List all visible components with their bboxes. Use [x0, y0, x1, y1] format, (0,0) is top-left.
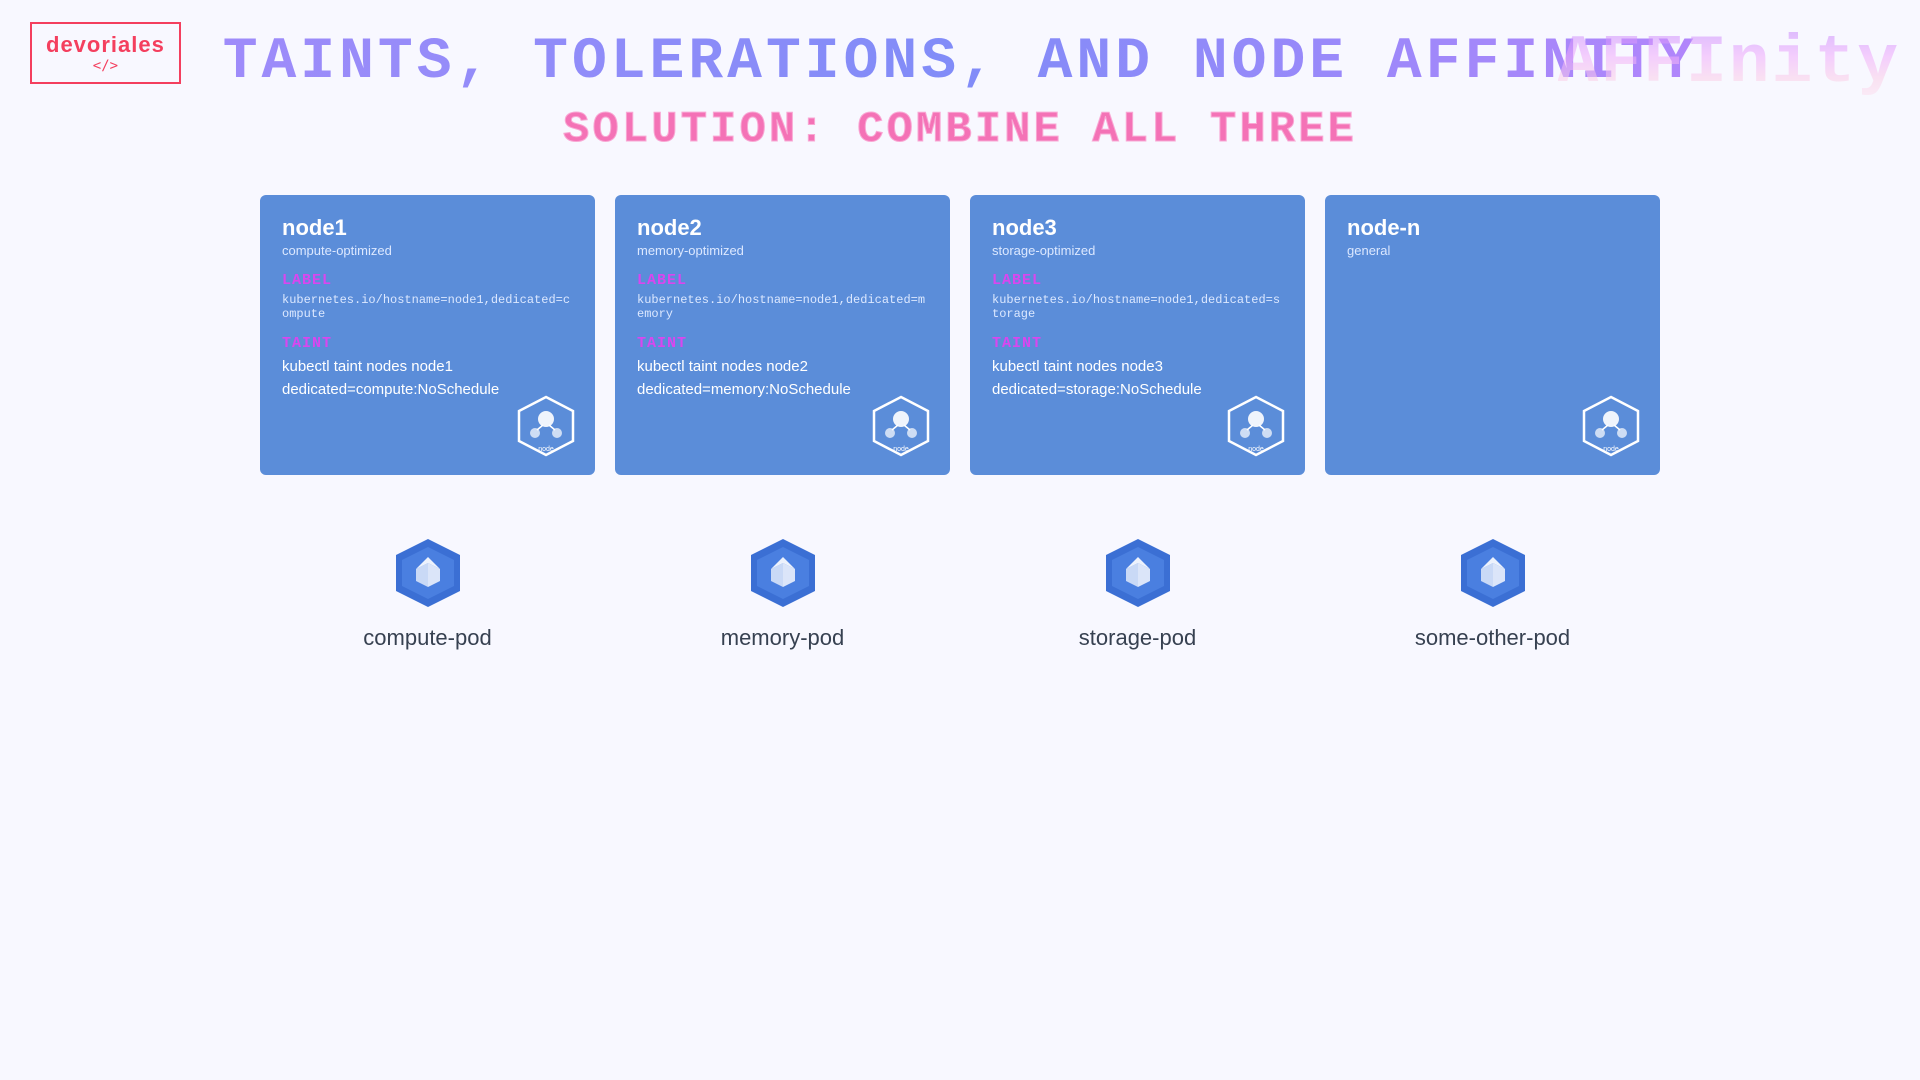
- subtitle: SOLUTION: COMBINE ALL THREE: [0, 105, 1920, 155]
- node1-name: node1: [282, 215, 573, 241]
- memory-pod-icon: [743, 535, 823, 615]
- memory-pod-label: memory-pod: [721, 625, 844, 651]
- node2-taint-heading: TAINT: [637, 335, 928, 352]
- svg-text:node: node: [1603, 446, 1619, 453]
- node1-label-heading: LABEL: [282, 272, 573, 289]
- some-other-pod-label: some-other-pod: [1415, 625, 1570, 651]
- compute-pod-icon: [388, 535, 468, 615]
- node1-type: compute-optimized: [282, 243, 573, 258]
- node1-taint-heading: TAINT: [282, 335, 573, 352]
- node1-icon: node: [515, 395, 577, 457]
- node2-name: node2: [637, 215, 928, 241]
- node-n-name: node-n: [1347, 215, 1638, 241]
- node3-type: storage-optimized: [992, 243, 1283, 258]
- node2-icon: node: [870, 395, 932, 457]
- node3-icon: node: [1225, 395, 1287, 457]
- node-n-type: general: [1347, 243, 1638, 258]
- node3-name: node3: [992, 215, 1283, 241]
- node-card-node3: node3 storage-optimized LABEL kubernetes…: [970, 195, 1305, 475]
- svg-text:node: node: [1248, 446, 1264, 453]
- affinity-watermark: AFFInity: [1558, 25, 1900, 102]
- svg-text:node: node: [538, 446, 554, 453]
- node3-label-heading: LABEL: [992, 272, 1283, 289]
- pod-some-other: some-other-pod: [1325, 535, 1660, 651]
- node3-taint-heading: TAINT: [992, 335, 1283, 352]
- pod-compute: compute-pod: [260, 535, 595, 651]
- node-n-icon: node: [1580, 395, 1642, 457]
- node-card-node-n: node-n general node: [1325, 195, 1660, 475]
- node2-label-heading: LABEL: [637, 272, 928, 289]
- svg-text:node: node: [893, 446, 909, 453]
- storage-pod-icon: [1098, 535, 1178, 615]
- pod-memory: memory-pod: [615, 535, 950, 651]
- storage-pod-label: storage-pod: [1079, 625, 1196, 651]
- node-card-node2: node2 memory-optimized LABEL kubernetes.…: [615, 195, 950, 475]
- some-other-pod-icon: [1453, 535, 1533, 615]
- node2-type: memory-optimized: [637, 243, 928, 258]
- node1-label-value: kubernetes.io/hostname=node1,dedicated=c…: [282, 293, 573, 321]
- nodes-container: node1 compute-optimized LABEL kubernetes…: [40, 195, 1880, 475]
- pods-container: compute-pod memory-pod storage-pod: [40, 535, 1880, 651]
- compute-pod-label: compute-pod: [363, 625, 491, 651]
- pod-storage: storage-pod: [970, 535, 1305, 651]
- node-card-node1: node1 compute-optimized LABEL kubernetes…: [260, 195, 595, 475]
- node3-label-value: kubernetes.io/hostname=node1,dedicated=s…: [992, 293, 1283, 321]
- node2-label-value: kubernetes.io/hostname=node1,dedicated=m…: [637, 293, 928, 321]
